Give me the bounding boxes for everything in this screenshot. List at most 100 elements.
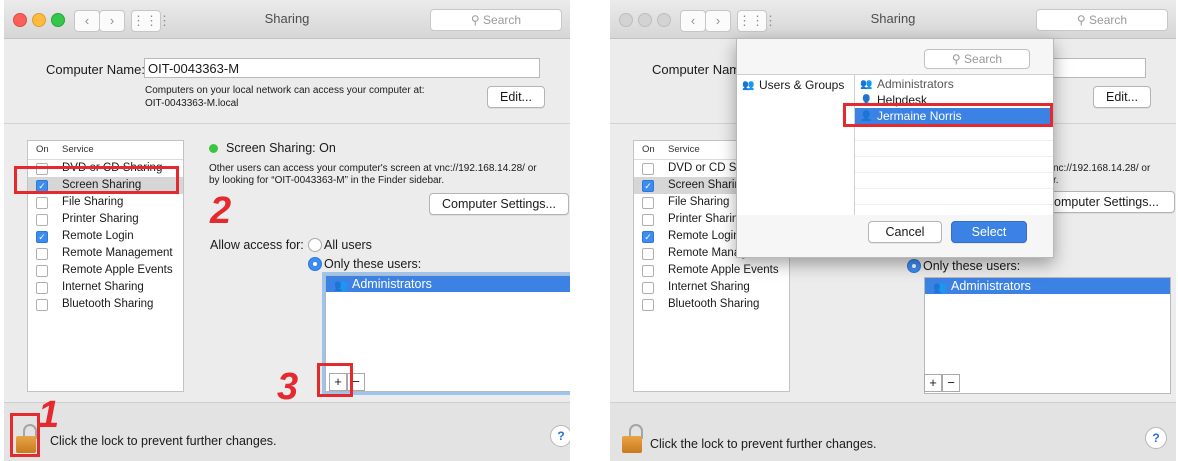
col-service: Service (668, 144, 700, 155)
search-icon: ⚲ (951, 52, 965, 66)
network-info-line2: OIT-0043363-M.local (145, 98, 239, 109)
checkbox[interactable] (642, 282, 654, 294)
service-list-header: On Service (28, 141, 183, 160)
only-these-users-label: Only these users: (324, 257, 422, 271)
service-row-bluetooth-sharing[interactable]: Bluetooth Sharing (28, 296, 183, 313)
lock-text: Click the lock to prevent further change… (50, 434, 277, 448)
service-row-internet-sharing[interactable]: Internet Sharing (634, 279, 789, 296)
edit-button[interactable]: Edit... (1093, 86, 1151, 108)
checkbox-checked[interactable]: ✓ (36, 231, 48, 243)
select-button[interactable]: Select (951, 221, 1027, 243)
search-field[interactable]: ⚲ Search (1036, 9, 1168, 31)
service-row-printer-sharing[interactable]: Printer Sharing (28, 211, 183, 228)
allow-access-label: Allow access for: (210, 238, 304, 252)
computer-settings-button[interactable]: Computer Settings... (429, 193, 569, 215)
bottom-bar (4, 402, 570, 461)
checkbox[interactable] (642, 163, 654, 175)
computer-name-input[interactable]: OIT-0043363-M (144, 58, 540, 78)
computer-name-label: Computer Name: (46, 62, 145, 77)
search-icon: ⚲ (1076, 13, 1090, 27)
checkbox-checked[interactable]: ✓ (642, 180, 654, 192)
checkbox[interactable] (642, 214, 654, 226)
step-3-label: 3 (277, 366, 299, 408)
computer-settings-label: omputer Settings... (1054, 195, 1159, 209)
all-users-radio[interactable] (308, 238, 322, 252)
allowed-users-list[interactable]: 👥 Administrators (924, 277, 1171, 394)
add-user-button[interactable]: + (924, 374, 942, 392)
screen-sharing-status: Screen Sharing: On (209, 141, 336, 155)
checkbox[interactable] (642, 197, 654, 209)
service-row-remote-login[interactable]: ✓ Remote Login (28, 228, 183, 245)
service-row-remote-apple-events[interactable]: Remote Apple Events (28, 262, 183, 279)
sharing-window-step-2: ‹ › ⋮⋮⋮ Sharing ⚲ Search Computer Name: … (610, 0, 1176, 461)
checkbox[interactable] (36, 265, 48, 277)
search-placeholder: Search (483, 13, 522, 27)
only-these-users-radio[interactable] (907, 259, 921, 273)
group-icon: 👥 (860, 79, 873, 90)
service-row-bluetooth-sharing[interactable]: Bluetooth Sharing (634, 296, 789, 313)
sheet-search-field[interactable]: ⚲ Search (924, 49, 1030, 69)
divider (4, 123, 570, 124)
group-icon: 👥 (742, 80, 755, 91)
row-separator (855, 140, 1053, 141)
col-on: On (642, 144, 655, 155)
highlight-screen-sharing (14, 166, 179, 194)
row-separator (855, 156, 1053, 157)
user-picker-sheet: ⚲ Search 👥 Users & Groups 👥 Administrators… (736, 38, 1054, 258)
col-on: On (36, 144, 49, 155)
source-users-and-groups[interactable]: 👥 Users & Groups (737, 77, 854, 93)
cancel-button[interactable]: Cancel (868, 221, 942, 243)
description-line1-partial: nc://192.168.14.28/ or (1053, 163, 1151, 174)
group-icon: 👥 (933, 282, 947, 294)
row-separator (855, 188, 1053, 189)
bottom-bar (610, 402, 1176, 461)
highlight-lock (10, 413, 40, 457)
search-field[interactable]: ⚲ Search (430, 9, 562, 31)
sheet-search-placeholder: Search (964, 52, 1003, 66)
all-users-label: All users (324, 238, 372, 252)
only-these-users-radio[interactable] (308, 257, 322, 271)
checkbox[interactable] (642, 265, 654, 277)
checkbox[interactable] (36, 248, 48, 260)
row-separator (855, 172, 1053, 173)
checkbox[interactable] (36, 299, 48, 311)
service-row-remote-management[interactable]: Remote Management (28, 245, 183, 262)
group-icon: 👥 (334, 280, 348, 292)
col-service: Service (62, 144, 94, 155)
help-button[interactable]: ? (550, 425, 570, 447)
service-row-internet-sharing[interactable]: Internet Sharing (28, 279, 183, 296)
lock-icon[interactable] (622, 424, 644, 454)
checkbox[interactable] (642, 299, 654, 311)
user-list[interactable]: 👥 Administrators 👤 Helpdesk 👤 Jermaine Norr… (855, 74, 1053, 215)
step-2-label: 2 (210, 190, 232, 232)
network-info-line1: Computers on your local network can acce… (145, 85, 425, 96)
list-item-administrators[interactable]: 👥 Administrators (925, 278, 1170, 294)
service-row-remote-apple-events[interactable]: Remote Apple Events (634, 262, 789, 279)
highlight-add-button (317, 363, 353, 397)
help-button[interactable]: ? (1145, 427, 1167, 449)
lock-text: Click the lock to prevent further change… (650, 437, 877, 451)
checkbox[interactable] (36, 197, 48, 209)
title-bar: ‹ › ⋮⋮⋮ Sharing ⚲ Search (610, 0, 1176, 39)
user-row-administrators[interactable]: 👥 Administrators (855, 76, 1053, 92)
list-item-administrators[interactable]: 👥 Administrators (326, 276, 570, 292)
description-line1: Other users can access your computer's s… (209, 163, 537, 174)
service-row-file-sharing[interactable]: File Sharing (28, 194, 183, 211)
highlight-jermaine-norris (843, 103, 1053, 127)
description-line2: by looking for “OIT-0043363-M” in the Fi… (209, 175, 445, 186)
search-placeholder: Search (1089, 13, 1128, 27)
status-dot-icon (209, 144, 218, 153)
title-bar: ‹ › ⋮⋮⋮ Sharing ⚲ Search (4, 0, 570, 39)
edit-button[interactable]: Edit... (487, 86, 545, 108)
computer-settings-button[interactable]: omputer Settings... (1035, 191, 1175, 213)
checkbox[interactable] (642, 248, 654, 260)
checkbox[interactable] (36, 214, 48, 226)
checkbox-checked[interactable]: ✓ (642, 231, 654, 243)
sharing-window-step-1: ‹ › ⋮⋮⋮ Sharing ⚲ Search Computer Name: … (4, 0, 570, 461)
step-1-label: 1 (38, 394, 60, 436)
checkbox[interactable] (36, 282, 48, 294)
remove-user-button[interactable]: − (942, 374, 960, 392)
source-list[interactable]: 👥 Users & Groups (737, 74, 855, 215)
only-these-users-label: Only these users: (923, 259, 1021, 273)
search-icon: ⚲ (470, 13, 484, 27)
